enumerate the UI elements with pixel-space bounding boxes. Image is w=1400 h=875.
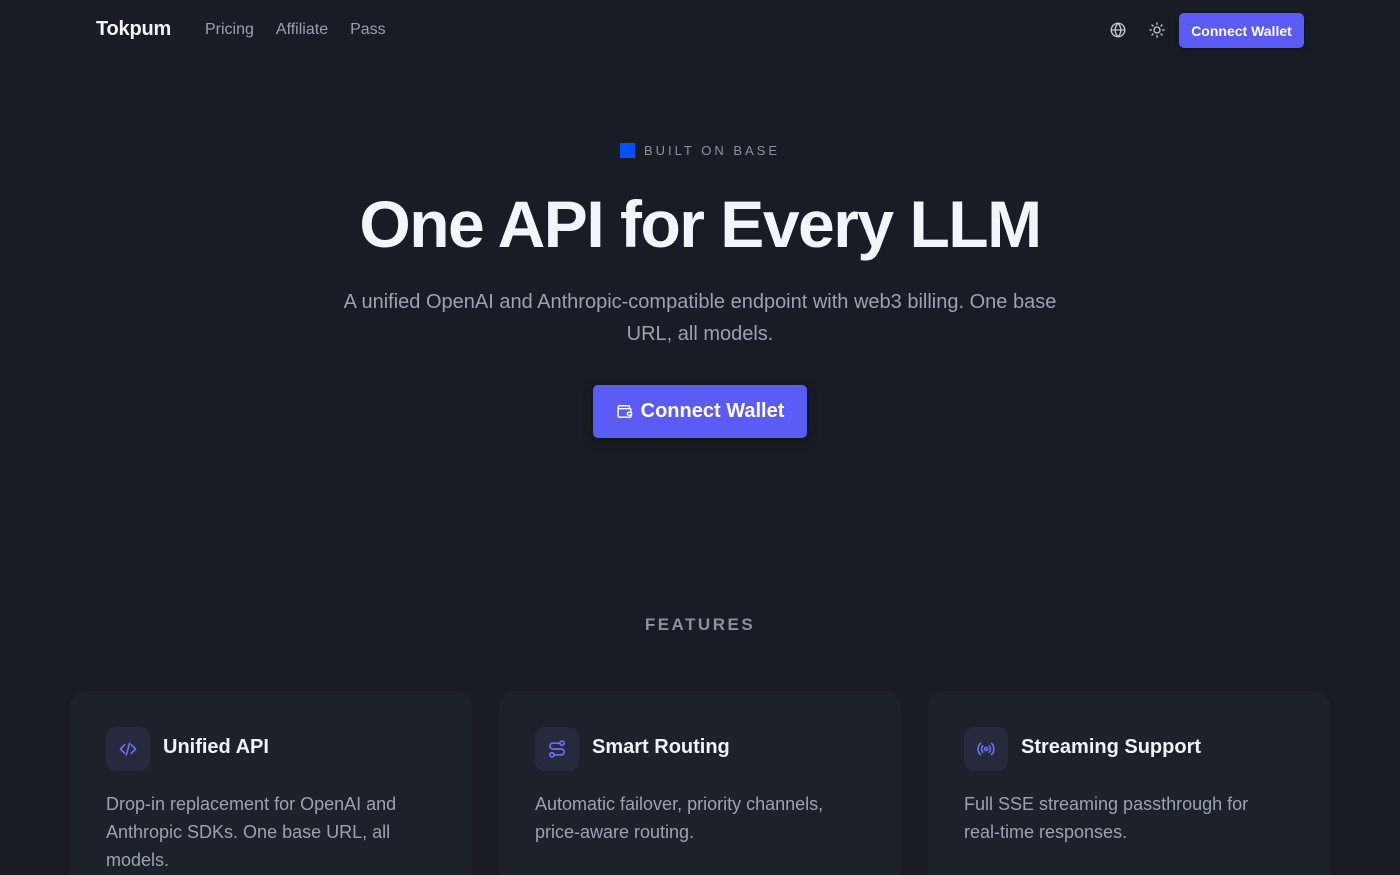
main-nav: Pricing Affiliate Pass: [205, 21, 386, 39]
globe-icon: [1110, 22, 1126, 38]
language-button[interactable]: [1106, 18, 1130, 42]
brand-logo[interactable]: Tokpum: [96, 18, 171, 41]
badge-label: BUILT ON BASE: [643, 143, 781, 158]
feature-title: Unified API: [163, 736, 269, 758]
top-navigation: Tokpum Pricing Affiliate Pass Connect Wa…: [0, 0, 1400, 62]
feature-title: Smart Routing: [592, 736, 730, 758]
feature-description: Full SSE streaming passthrough for real-…: [964, 794, 1249, 842]
feature-description: Drop-in replacement for OpenAI and Anthr…: [106, 794, 397, 870]
connect-wallet-button-header[interactable]: Connect Wallet: [1179, 13, 1304, 48]
theme-toggle-button[interactable]: [1145, 18, 1169, 42]
broadcast-icon: [977, 742, 995, 756]
feature-icon-box: [535, 727, 579, 771]
base-logo-icon: [619, 143, 635, 158]
route-icon: [549, 740, 565, 758]
feature-description: Automatic failover, priority channels, p…: [535, 794, 824, 842]
feature-icon-box: [106, 727, 150, 771]
hero-title: One API for Every LLM: [359, 187, 1042, 261]
nav-link-pass[interactable]: Pass: [350, 21, 386, 39]
feature-card-streaming-support: Streaming Support Full SSE streaming pas…: [929, 692, 1329, 875]
built-on-base-badge: BUILT ON BASE: [0, 143, 1400, 158]
landing-page: Tokpum Pricing Affiliate Pass Connect Wa…: [0, 0, 1400, 875]
wallet-icon: [617, 405, 632, 418]
hero-subtitle: A unified OpenAI and Anthropic-compatibl…: [343, 291, 1057, 345]
feature-icon-box: [964, 727, 1008, 771]
feature-card-unified-api: Unified API Drop-in replacement for Open…: [71, 692, 471, 875]
feature-title: Streaming Support: [1021, 736, 1202, 758]
feature-card-smart-routing: Smart Routing Automatic failover, priori…: [500, 692, 900, 875]
nav-link-affiliate[interactable]: Affiliate: [276, 21, 328, 39]
features-heading: FEATURES: [644, 615, 756, 634]
code-icon: [119, 742, 137, 756]
connect-wallet-button-hero[interactable]: Connect Wallet: [593, 385, 807, 438]
connect-wallet-label: Connect Wallet: [640, 400, 785, 422]
sun-icon: [1149, 22, 1165, 38]
nav-link-pricing[interactable]: Pricing: [205, 21, 254, 39]
